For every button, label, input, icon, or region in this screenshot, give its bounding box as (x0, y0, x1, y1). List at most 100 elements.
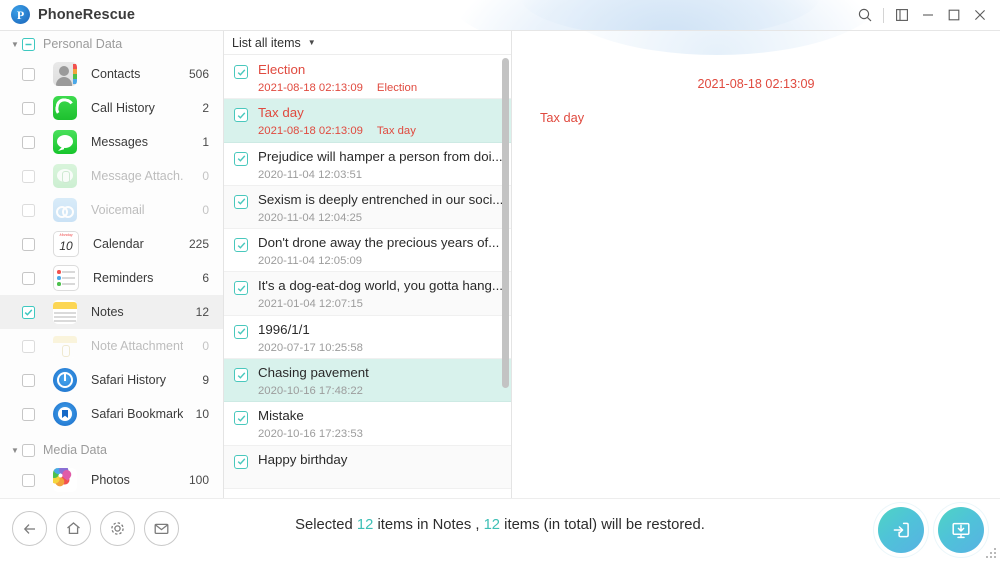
status-suffix: items (in total) will be restored. (504, 517, 705, 533)
item-checkbox[interactable] (234, 195, 248, 209)
group-checkbox-media-data[interactable] (22, 444, 35, 457)
sidebar-item-notes[interactable]: Notes 12 (0, 295, 223, 329)
group-label: Personal Data (43, 37, 122, 51)
item-label: Voicemail (91, 203, 183, 217)
list-item-title: Mistake (258, 408, 304, 423)
list-item[interactable]: Chasing pavement 2020-10-16 17:48:22 (224, 359, 511, 402)
item-label: Safari Bookmarks (91, 407, 183, 421)
list-item-date: 2021-08-18 02:13:09 (258, 123, 363, 139)
item-checkbox[interactable] (22, 204, 35, 217)
list-item-meta: 2020-11-04 12:03:51 (258, 167, 501, 183)
status-selected-count: 12 (357, 517, 373, 533)
list-item[interactable]: Prejudice will hamper a person from doi.… (224, 143, 511, 186)
item-checkbox[interactable] (22, 408, 35, 421)
call-history-icon (53, 96, 77, 120)
list-item[interactable]: Sexism is deeply entrenched in our soci.… (224, 186, 511, 229)
menu-icon[interactable] (889, 0, 915, 30)
sidebar-item-note-attachment[interactable]: Note Attachment 0 (0, 329, 223, 363)
chevron-down-icon[interactable]: ▼ (308, 38, 316, 47)
item-checkbox[interactable] (234, 281, 248, 295)
item-checkbox[interactable] (22, 102, 35, 115)
list-item-body: Election 2021-08-18 02:13:09 Election (258, 61, 501, 96)
item-checkbox[interactable] (22, 238, 35, 251)
list-item[interactable]: Mistake 2020-10-16 17:23:53 (224, 402, 511, 445)
item-checkbox[interactable] (22, 474, 35, 487)
list-item[interactable]: Tax day 2021-08-18 02:13:09 Tax day (224, 99, 511, 142)
item-count: 225 (183, 237, 209, 251)
sidebar-item-voicemail[interactable]: Voicemail 0 (0, 193, 223, 227)
item-checkbox[interactable] (234, 368, 248, 382)
item-checkbox[interactable] (22, 170, 35, 183)
phonerescue-logo-icon: P (11, 5, 30, 24)
list-item[interactable]: Happy birthday (224, 446, 511, 489)
sidebar-item-messages[interactable]: Messages 1 (0, 125, 223, 159)
minimize-icon[interactable] (915, 0, 941, 30)
notes-list-panel: List all items ▼ Election 2021-08-18 02:… (224, 31, 512, 498)
sidebar-item-message-attachments[interactable]: Message Attach... 0 (0, 159, 223, 193)
close-icon[interactable] (967, 0, 993, 30)
item-checkbox[interactable] (22, 68, 35, 81)
list-item-title: Don't drone away the precious years of..… (258, 235, 499, 250)
reminders-icon (53, 265, 79, 291)
sidebar-item-photos[interactable]: Photos 100 (0, 463, 223, 497)
list-scrollbar-thumb[interactable] (502, 58, 509, 388)
list-item[interactable]: It's a dog-eat-dog world, you gotta hang… (224, 272, 511, 315)
list-item[interactable]: Election 2021-08-18 02:13:09 Election (224, 56, 511, 99)
item-count: 0 (183, 169, 209, 183)
item-count: 9 (183, 373, 209, 387)
list-item-body: Happy birthday (258, 451, 501, 469)
item-checkbox[interactable] (234, 152, 248, 166)
phonerescue-window: P PhoneRescue (0, 0, 1000, 561)
detail-decoration (552, 31, 882, 55)
item-count: 0 (183, 339, 209, 353)
chevron-down-icon[interactable]: ▼ (8, 443, 22, 457)
item-checkbox[interactable] (22, 340, 35, 353)
main-body: ▼ Personal Data Contacts 506 Call Histor… (0, 30, 1000, 498)
item-checkbox[interactable] (22, 306, 35, 319)
list-item-meta: 2021-08-18 02:13:09 Tax day (258, 123, 501, 139)
sidebar-item-safari-history[interactable]: Safari History 9 (0, 363, 223, 397)
item-checkbox[interactable] (234, 108, 248, 122)
item-label: Safari History (91, 373, 183, 387)
item-label: Call History (91, 101, 183, 115)
list-item-title: Happy birthday (258, 452, 347, 467)
sidebar-item-contacts[interactable]: Contacts 506 (0, 57, 223, 91)
header-decoration-2 (520, 0, 820, 30)
list-item-title: Election (258, 62, 305, 77)
restore-to-device-button[interactable] (878, 507, 924, 553)
list-item-meta: 2020-07-17 10:25:58 (258, 340, 501, 356)
note-detail-date: 2021-08-18 02:13:09 (512, 77, 1000, 91)
group-checkbox-personal-data[interactable] (22, 38, 35, 51)
list-item-date: 2020-10-16 17:23:53 (258, 426, 363, 442)
item-label: Message Attach... (91, 169, 183, 183)
resize-grip[interactable] (985, 547, 996, 558)
item-checkbox[interactable] (234, 325, 248, 339)
item-checkbox[interactable] (22, 272, 35, 285)
sidebar-group-personal-data[interactable]: ▼ Personal Data (0, 31, 223, 57)
sidebar-item-safari-bookmarks[interactable]: Safari Bookmarks 10 (0, 397, 223, 431)
sidebar-group-media-data[interactable]: ▼ Media Data (0, 437, 223, 463)
item-checkbox[interactable] (234, 411, 248, 425)
list-filter-dropdown[interactable]: List all items ▼ (224, 31, 511, 55)
item-checkbox[interactable] (234, 455, 248, 469)
list-item-title: Chasing pavement (258, 365, 369, 380)
search-icon[interactable] (852, 0, 878, 30)
item-checkbox[interactable] (22, 136, 35, 149)
photos-icon (53, 468, 77, 492)
item-checkbox[interactable] (234, 238, 248, 252)
list-item-date: 2020-11-04 12:05:09 (258, 253, 362, 269)
list-item-meta: 2020-10-16 17:23:53 (258, 426, 501, 442)
list-item[interactable]: 1996/1/1 2020-07-17 10:25:58 (224, 316, 511, 359)
chevron-down-icon[interactable]: ▼ (8, 37, 22, 51)
list-item[interactable]: Don't drone away the precious years of..… (224, 229, 511, 272)
restore-to-computer-button[interactable] (938, 507, 984, 553)
sidebar-item-reminders[interactable]: Reminders 6 (0, 261, 223, 295)
list-item-meta: 2021-08-18 02:13:09 Election (258, 80, 501, 96)
list-item-body: Don't drone away the precious years of..… (258, 234, 501, 269)
maximize-icon[interactable] (941, 0, 967, 30)
sidebar-item-call-history[interactable]: Call History 2 (0, 91, 223, 125)
item-checkbox[interactable] (22, 374, 35, 387)
item-checkbox[interactable] (234, 65, 248, 79)
safari-bookmarks-icon (53, 402, 77, 426)
sidebar-item-calendar[interactable]: Monday 10 Calendar 225 (0, 227, 223, 261)
